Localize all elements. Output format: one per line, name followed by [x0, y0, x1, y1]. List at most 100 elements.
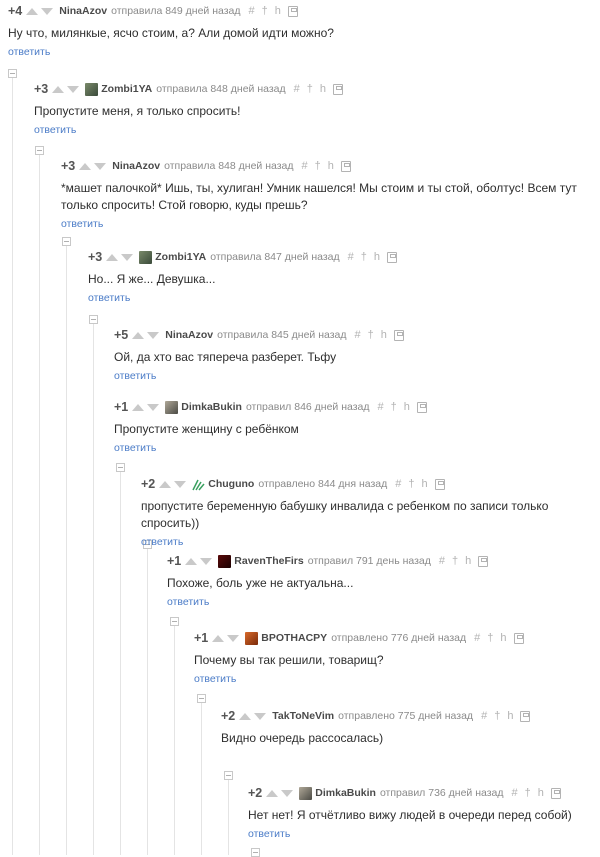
save-icon[interactable]: [520, 710, 531, 722]
thread-link-icon[interactable]: h: [422, 478, 428, 490]
save-icon[interactable]: [478, 555, 489, 567]
downvote-icon[interactable]: [254, 712, 267, 720]
collapse-toggle[interactable]: [35, 146, 44, 155]
save-icon[interactable]: [513, 632, 524, 644]
thread-link-icon[interactable]: h: [381, 329, 387, 341]
comment-author[interactable]: Zombi1YA: [155, 251, 206, 263]
save-icon[interactable]: [550, 787, 561, 799]
hash-link-icon[interactable]: #: [378, 401, 384, 413]
reply-link[interactable]: ответить: [194, 673, 236, 685]
collapse-toggle[interactable]: [224, 771, 233, 780]
downvote-icon[interactable]: [147, 331, 160, 339]
upvote-icon[interactable]: [79, 162, 92, 170]
reply-link[interactable]: ответить: [61, 218, 103, 230]
thread-link-icon[interactable]: h: [507, 710, 513, 722]
downvote-icon[interactable]: [174, 480, 187, 488]
parent-link-icon[interactable]: †: [262, 5, 268, 17]
hash-link-icon[interactable]: #: [302, 160, 308, 172]
hash-link-icon[interactable]: #: [481, 710, 487, 722]
reply-link[interactable]: ответить: [141, 536, 183, 548]
downvote-icon[interactable]: [281, 789, 294, 797]
hash-link-icon[interactable]: #: [395, 478, 401, 490]
hash-link-icon[interactable]: #: [249, 5, 255, 17]
downvote-icon[interactable]: [67, 85, 80, 93]
downvote-icon[interactable]: [227, 634, 240, 642]
downvote-icon[interactable]: [41, 7, 54, 15]
collapse-toggle[interactable]: [170, 617, 179, 626]
parent-link-icon[interactable]: †: [452, 555, 458, 567]
save-icon[interactable]: [287, 5, 298, 17]
collapse-toggle[interactable]: [8, 69, 17, 78]
avatar[interactable]: [218, 554, 232, 568]
thread-link-icon[interactable]: h: [275, 5, 281, 17]
comment-author[interactable]: DimkaBukin: [181, 401, 242, 413]
parent-link-icon[interactable]: †: [494, 710, 500, 722]
save-icon[interactable]: [393, 329, 404, 341]
reply-link[interactable]: ответить: [88, 292, 130, 304]
reply-link[interactable]: ответить: [114, 370, 156, 382]
upvote-icon[interactable]: [132, 403, 145, 411]
thread-link-icon[interactable]: h: [374, 251, 380, 263]
collapse-toggle[interactable]: [62, 237, 71, 246]
upvote-icon[interactable]: [106, 253, 119, 261]
downvote-icon[interactable]: [147, 403, 160, 411]
reply-link[interactable]: ответить: [167, 596, 209, 608]
parent-link-icon[interactable]: †: [368, 329, 374, 341]
comment-author[interactable]: BPOTHACPY: [261, 632, 327, 644]
thread-link-icon[interactable]: h: [320, 83, 326, 95]
thread-link-icon[interactable]: h: [465, 555, 471, 567]
thread-link-icon[interactable]: h: [328, 160, 334, 172]
comment-author[interactable]: RavenTheFirs: [234, 555, 303, 567]
avatar[interactable]: [245, 631, 259, 645]
avatar[interactable]: [299, 786, 313, 800]
save-icon[interactable]: [416, 401, 427, 413]
avatar[interactable]: [192, 477, 206, 491]
save-icon[interactable]: [333, 83, 344, 95]
collapse-toggle[interactable]: [197, 694, 206, 703]
parent-link-icon[interactable]: †: [525, 787, 531, 799]
hash-link-icon[interactable]: #: [474, 632, 480, 644]
collapse-toggle[interactable]: [251, 848, 260, 857]
comment-author[interactable]: NinaAzov: [165, 329, 213, 341]
hash-link-icon[interactable]: #: [512, 787, 518, 799]
save-icon[interactable]: [387, 251, 398, 263]
upvote-icon[interactable]: [239, 712, 252, 720]
collapse-toggle[interactable]: [89, 315, 98, 324]
comment-author[interactable]: Zombi1YA: [101, 83, 152, 95]
hash-link-icon[interactable]: #: [348, 251, 354, 263]
downvote-icon[interactable]: [200, 557, 213, 565]
hash-link-icon[interactable]: #: [439, 555, 445, 567]
avatar[interactable]: [139, 250, 153, 264]
hash-link-icon[interactable]: #: [355, 329, 361, 341]
avatar[interactable]: [165, 400, 179, 414]
upvote-icon[interactable]: [266, 789, 279, 797]
reply-link[interactable]: ответить: [34, 124, 76, 136]
comment-author[interactable]: NinaAzov: [112, 160, 160, 172]
reply-link[interactable]: ответить: [248, 828, 290, 840]
downvote-icon[interactable]: [94, 162, 107, 170]
parent-link-icon[interactable]: †: [408, 478, 414, 490]
upvote-icon[interactable]: [26, 7, 39, 15]
thread-link-icon[interactable]: h: [538, 787, 544, 799]
upvote-icon[interactable]: [132, 331, 145, 339]
thread-link-icon[interactable]: h: [404, 401, 410, 413]
parent-link-icon[interactable]: †: [391, 401, 397, 413]
parent-link-icon[interactable]: †: [361, 251, 367, 263]
collapse-toggle[interactable]: [116, 463, 125, 472]
reply-link[interactable]: ответить: [114, 442, 156, 454]
comment-author[interactable]: Chuguno: [208, 478, 254, 490]
hash-link-icon[interactable]: #: [294, 83, 300, 95]
upvote-icon[interactable]: [185, 557, 198, 565]
parent-link-icon[interactable]: †: [315, 160, 321, 172]
thread-link-icon[interactable]: h: [500, 632, 506, 644]
comment-author[interactable]: TakToNeVim: [272, 710, 334, 722]
downvote-icon[interactable]: [121, 253, 134, 261]
upvote-icon[interactable]: [212, 634, 225, 642]
parent-link-icon[interactable]: †: [307, 83, 313, 95]
upvote-icon[interactable]: [52, 85, 65, 93]
parent-link-icon[interactable]: †: [487, 632, 493, 644]
save-icon[interactable]: [340, 160, 351, 172]
upvote-icon[interactable]: [159, 480, 172, 488]
reply-link[interactable]: ответить: [8, 46, 50, 58]
avatar[interactable]: [85, 82, 99, 96]
